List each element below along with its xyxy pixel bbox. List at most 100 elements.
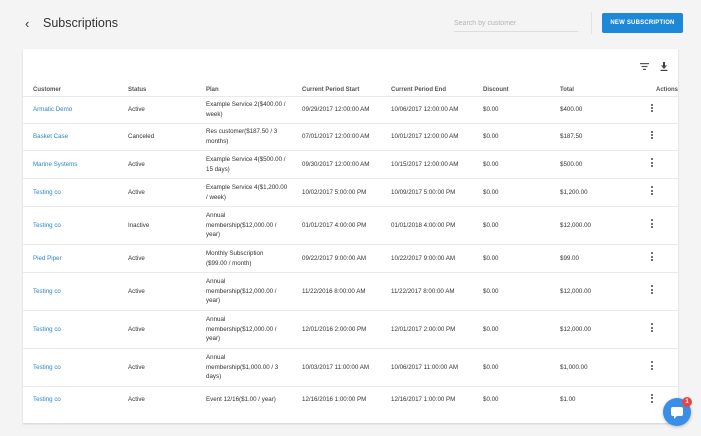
customer-cell: Pied Piper [23,245,128,273]
period-start-cell: 11/22/2016 8:00:00 AM [302,287,366,295]
customer-link[interactable]: Testing co [33,396,61,403]
customer-link[interactable]: Testing co [33,189,61,196]
notification-badge: 1 [682,397,692,407]
table-row: Testing co Active Annual membership($12,0… [23,310,678,349]
period-end-cell: 12/01/2017 2:00:00 PM [391,325,456,333]
customer-cell: Marine Systems [23,151,128,179]
subscriptions-table: Customer Status Plan Current Period Star… [23,83,678,414]
more-vert-icon[interactable] [647,130,657,141]
period-end-cell: 12/16/2017 1:00:00 PM [391,396,456,404]
status-cell: Active [128,254,145,262]
plan-cell: Monthly Subscription ($99.00 / month) [206,249,264,267]
plan-cell: Example Service 4($500.00 /15 days) [206,155,286,173]
customer-cell: Testing co [23,179,128,207]
period-start-cell: 07/01/2017 12:00:00 AM [302,133,370,141]
customer-link[interactable]: Armatic Demo [33,106,72,113]
table-row: Pied Piper Active Monthly Subscription ($… [23,244,678,273]
download-icon[interactable] [660,62,668,71]
period-end-cell: 01/01/2018 4:00:00 PM [391,221,456,229]
more-vert-icon[interactable] [647,157,657,168]
customer-cell: Testing co [23,387,128,414]
column-header[interactable]: Plan [206,83,302,97]
more-vert-icon[interactable] [647,103,657,114]
customer-link[interactable]: Testing co [33,326,61,333]
discount-cell: $0.00 [483,106,499,114]
period-start-cell: 09/22/2017 9:00:00 AM [302,254,366,262]
status-cell: Active [128,106,145,114]
period-start-cell: 10/03/2017 11:00:00 AM [302,363,369,371]
more-vert-icon[interactable] [647,360,657,371]
discount-cell: $0.00 [483,160,499,168]
more-vert-icon[interactable] [647,185,657,196]
customer-cell: Basket Case [23,124,128,151]
plan-cell: Annual membership($1,000.00 / 3 days) [206,354,279,381]
discount-cell: $0.00 [483,254,499,262]
table-row: Testing co Inactive Annual membership($12… [23,206,678,245]
table-row: Basket Case Canceled Res customer($187.5… [23,123,678,151]
page-title: Subscriptions [43,16,119,30]
status-cell: Active [128,160,145,168]
total-cell: $500.00 [560,160,583,168]
actions-cell [625,311,678,349]
more-vert-icon[interactable] [647,284,657,295]
period-start-cell: 01/01/2017 4:00:00 PM [302,221,367,229]
column-header[interactable]: Current Period End [391,83,483,97]
column-header[interactable]: Discount [483,83,560,97]
total-cell: $1.00 [560,396,576,404]
chevron-left-icon[interactable]: ‹ [25,16,39,31]
status-cell: Active [128,325,145,333]
customer-link[interactable]: Testing co [33,222,61,229]
column-header[interactable]: Customer [23,83,128,97]
table-row: Testing co Active Annual membership($1,00… [23,348,678,387]
discount-cell: $0.00 [483,133,499,141]
discount-cell: $0.00 [483,188,499,196]
discount-cell: $0.00 [483,287,499,295]
customer-cell: Testing co [23,207,128,245]
more-vert-icon[interactable] [647,218,657,229]
table-row: Marine Systems Active Example Service 4(… [23,150,678,179]
column-header[interactable]: Current Period Start [302,83,391,97]
total-cell: $1,200.00 [560,188,588,196]
period-end-cell: 10/06/2017 11:00:00 AM [391,363,458,371]
actions-cell [625,97,678,124]
table-row: Armatic Demo Active Example Service 2($4… [23,96,678,124]
page-header: ‹ Subscriptions NEW SUBSCRIPTION [13,8,690,38]
plan-cell: Annual membership($12,000.00 /year) [206,278,277,305]
status-cell: Active [128,287,145,295]
customer-link[interactable]: Testing co [33,364,61,371]
plan-cell: Annual membership($12,000.00 /year) [206,316,277,343]
period-start-cell: 12/01/2016 2:00:00 PM [302,325,367,333]
period-end-cell: 10/06/2017 12:00:00 AM [391,106,459,114]
customer-link[interactable]: Basket Case [33,133,68,140]
actions-cell [625,273,678,311]
status-cell: Active [128,363,145,371]
column-header[interactable]: Status [128,83,206,97]
customer-link[interactable]: Testing co [33,288,61,295]
actions-cell [625,124,678,151]
more-vert-icon[interactable] [647,322,657,333]
customer-cell: Testing co [23,349,128,387]
plan-cell: Annual membership($12,000.00 /year) [206,212,277,239]
plan-cell: Example Service 4($1,200.00/ week) [206,183,288,201]
table-header-row: Customer Status Plan Current Period Star… [23,83,678,97]
period-end-cell: 10/22/2017 9:00:00 AM [391,254,455,262]
discount-cell: $0.00 [483,363,499,371]
period-start-cell: 10/02/2017 5:00:00 PM [302,188,367,196]
column-header[interactable]: Total [560,83,625,97]
search-input[interactable] [454,15,578,32]
period-start-cell: 09/29/2017 12:00:00 AM [302,106,370,114]
period-end-cell: 11/22/2017 8:00:00 AM [391,287,455,295]
new-subscription-button[interactable]: NEW SUBSCRIPTION [602,13,683,33]
divider [591,12,592,34]
customer-link[interactable]: Pied Piper [33,255,62,262]
status-cell: Active [128,188,145,196]
actions-cell [625,151,678,179]
table-row: Testing co Active Event 12/16($1.00 / ye… [23,386,678,414]
more-vert-icon[interactable] [647,393,657,404]
period-end-cell: 10/15/2017 12:00:00 AM [391,160,459,168]
discount-cell: $0.00 [483,221,499,229]
customer-link[interactable]: Marine Systems [33,161,77,168]
filter-icon[interactable] [640,63,649,70]
more-vert-icon[interactable] [647,251,657,262]
plan-cell: Res customer($187.50 / 3 months) [206,128,278,145]
